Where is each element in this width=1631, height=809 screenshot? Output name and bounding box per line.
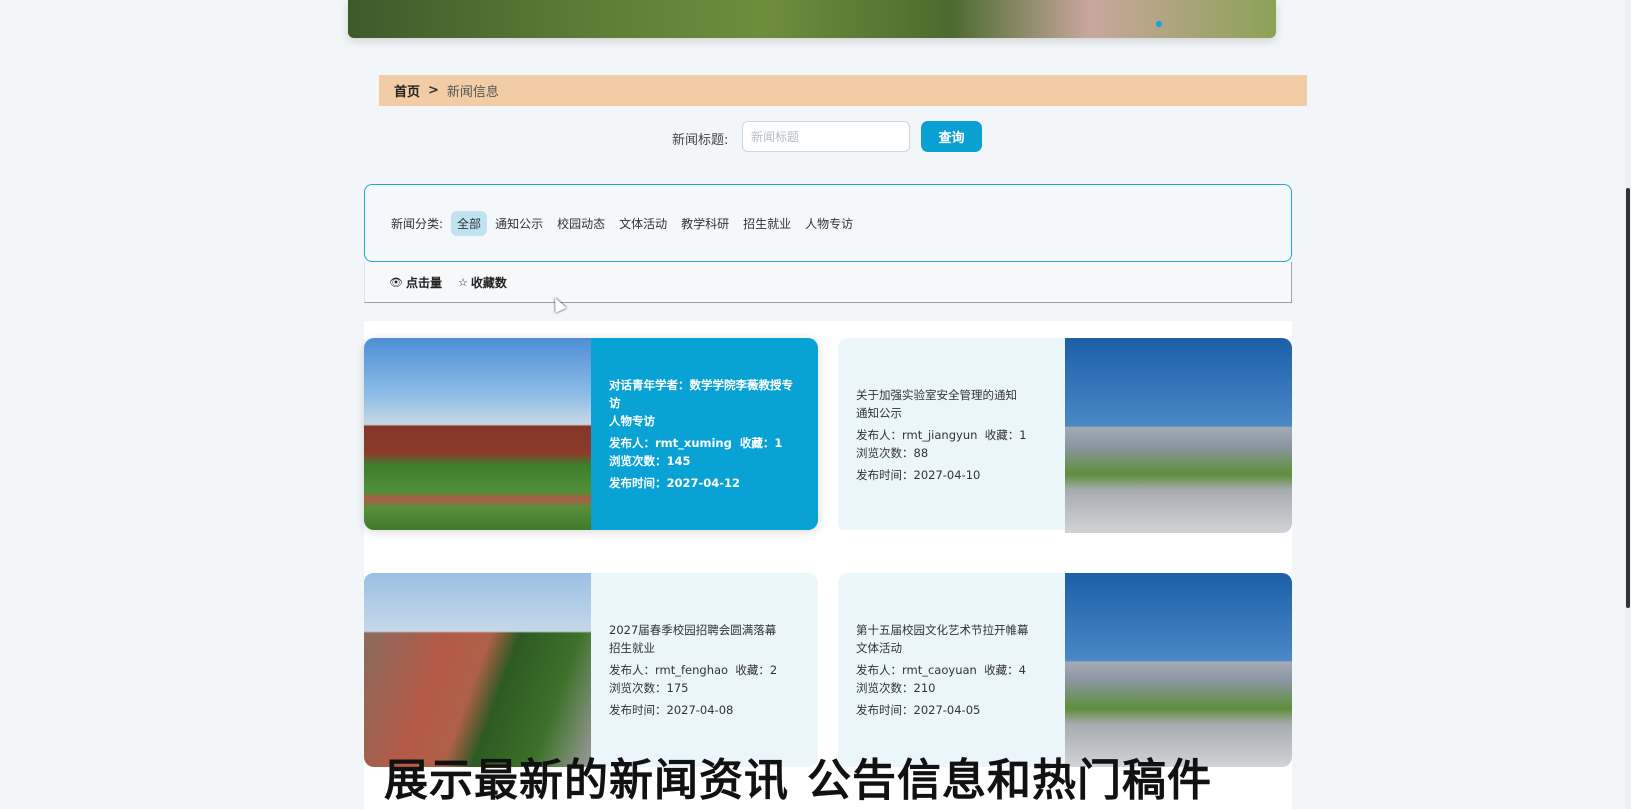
category-interview[interactable]: 人物专访: [799, 211, 859, 236]
news-views: 浏览次数：175: [609, 681, 689, 695]
sort-bar: 👁 点击量 ☆ 收藏数: [364, 262, 1292, 303]
news-meta: 发布人：rmt_caoyuan 收藏：4: [856, 661, 1047, 679]
news-list: 对话青年学者：数学学院李薇教授专访 人物专访 发布人：rmt_xuming 收藏…: [364, 321, 1292, 809]
category-label: 新闻分类:: [391, 216, 444, 231]
caption-part-1: 展示最新的新闻资讯: [384, 755, 789, 806]
search-label: 新闻标题:: [672, 133, 729, 148]
sort-by-favorites[interactable]: ☆ 收藏数: [458, 274, 507, 291]
news-date: 发布时间：2027-04-10: [856, 468, 981, 482]
news-date: 发布时间：2027-04-12: [609, 476, 741, 490]
news-category: 招生就业: [609, 641, 655, 655]
news-meta: 发布人：rmt_xuming 收藏：1: [609, 434, 800, 452]
news-views: 浏览次数：88: [856, 446, 929, 460]
breadcrumb-separator: >: [428, 83, 439, 98]
news-publisher: 发布人：rmt_fenghao: [609, 663, 729, 677]
news-meta: 发布人：rmt_jiangyun 收藏：1: [856, 426, 1047, 444]
eye-icon: 👁: [389, 275, 403, 289]
category-admission[interactable]: 招生就业: [737, 211, 797, 236]
news-title[interactable]: 2027届春季校园招聘会圆满落幕: [609, 621, 800, 639]
sort-by-clicks[interactable]: 👁 点击量: [389, 274, 442, 291]
breadcrumb-home-link[interactable]: 首页: [394, 81, 420, 100]
category-filter: 新闻分类: 全部 通知公示 校园动态 文体活动 教学科研 招生就业 人物专访: [364, 184, 1292, 262]
news-title[interactable]: 关于加强实验室安全管理的通知: [856, 386, 1047, 404]
news-views: 浏览次数：145: [609, 454, 691, 468]
star-icon: ☆: [457, 275, 468, 289]
news-image: [364, 573, 591, 767]
news-image: [1065, 573, 1292, 767]
news-favorites: 收藏：1: [984, 428, 1027, 442]
news-info: 第十五届校园文化艺术节拉开帷幕 文体活动 发布人：rmt_caoyuan 收藏：…: [838, 573, 1065, 767]
news-meta: 发布人：rmt_fenghao 收藏：2: [609, 661, 800, 679]
category-research[interactable]: 教学科研: [675, 211, 735, 236]
carousel-indicator-dot[interactable]: [1156, 21, 1162, 27]
caption-part-2: 公告信息和热门稿件: [807, 755, 1212, 806]
breadcrumb-current: 新闻信息: [446, 85, 499, 100]
category-campus[interactable]: 校园动态: [551, 211, 611, 236]
news-card[interactable]: 第十五届校园文化艺术节拉开帷幕 文体活动 发布人：rmt_caoyuan 收藏：…: [838, 573, 1292, 767]
news-category: 人物专访: [609, 414, 655, 428]
news-image: [364, 338, 591, 530]
sort-favorites-label: 收藏数: [470, 275, 507, 290]
news-category: 通知公示: [856, 406, 902, 420]
news-publisher: 发布人：rmt_caoyuan: [856, 663, 977, 677]
search-button[interactable]: 查询: [921, 121, 982, 152]
news-favorites: 收藏：2: [735, 663, 778, 677]
news-card[interactable]: 关于加强实验室安全管理的通知 通知公示 发布人：rmt_jiangyun 收藏：…: [838, 338, 1292, 533]
news-publisher: 发布人：rmt_jiangyun: [856, 428, 978, 442]
news-info: 对话青年学者：数学学院李薇教授专访 人物专访 发布人：rmt_xuming 收藏…: [591, 338, 818, 530]
page: 首页 > 新闻信息 新闻标题: 查询 新闻分类: 全部 通知公示 校园动态 文体…: [0, 0, 1631, 809]
news-info: 2027届春季校园招聘会圆满落幕 招生就业 发布人：rmt_fenghao 收藏…: [591, 573, 818, 767]
news-info: 关于加强实验室安全管理的通知 通知公示 发布人：rmt_jiangyun 收藏：…: [838, 338, 1065, 530]
news-date: 发布时间：2027-04-08: [609, 703, 734, 717]
news-image: [1065, 338, 1292, 533]
news-title-search-input[interactable]: [742, 121, 910, 152]
news-title[interactable]: 第十五届校园文化艺术节拉开帷幕: [856, 621, 1047, 639]
search-row: 新闻标题: 查询: [0, 121, 1631, 153]
category-notice[interactable]: 通知公示: [489, 211, 549, 236]
news-category: 文体活动: [856, 641, 902, 655]
banner-carousel[interactable]: [348, 0, 1276, 38]
page-scrollbar-thumb[interactable]: [1626, 188, 1630, 608]
breadcrumb: 首页 > 新闻信息: [379, 75, 1307, 106]
news-date: 发布时间：2027-04-05: [856, 703, 981, 717]
category-all[interactable]: 全部: [451, 210, 488, 236]
news-favorites: 收藏：4: [984, 663, 1026, 677]
category-culture[interactable]: 文体活动: [613, 211, 673, 236]
news-title[interactable]: 对话青年学者：数学学院李薇教授专访: [609, 376, 800, 412]
news-publisher: 发布人：rmt_xuming: [609, 436, 732, 450]
news-views: 浏览次数：210: [856, 681, 936, 695]
news-card[interactable]: 对话青年学者：数学学院李薇教授专访 人物专访 发布人：rmt_xuming 收藏…: [364, 338, 818, 530]
news-card[interactable]: 2027届春季校园招聘会圆满落幕 招生就业 发布人：rmt_fenghao 收藏…: [364, 573, 818, 767]
video-caption: 展示最新的新闻资讯 公告信息和热门稿件: [384, 753, 1284, 809]
sort-clicks-label: 点击量: [405, 275, 442, 290]
news-favorites: 收藏：1: [739, 436, 783, 450]
